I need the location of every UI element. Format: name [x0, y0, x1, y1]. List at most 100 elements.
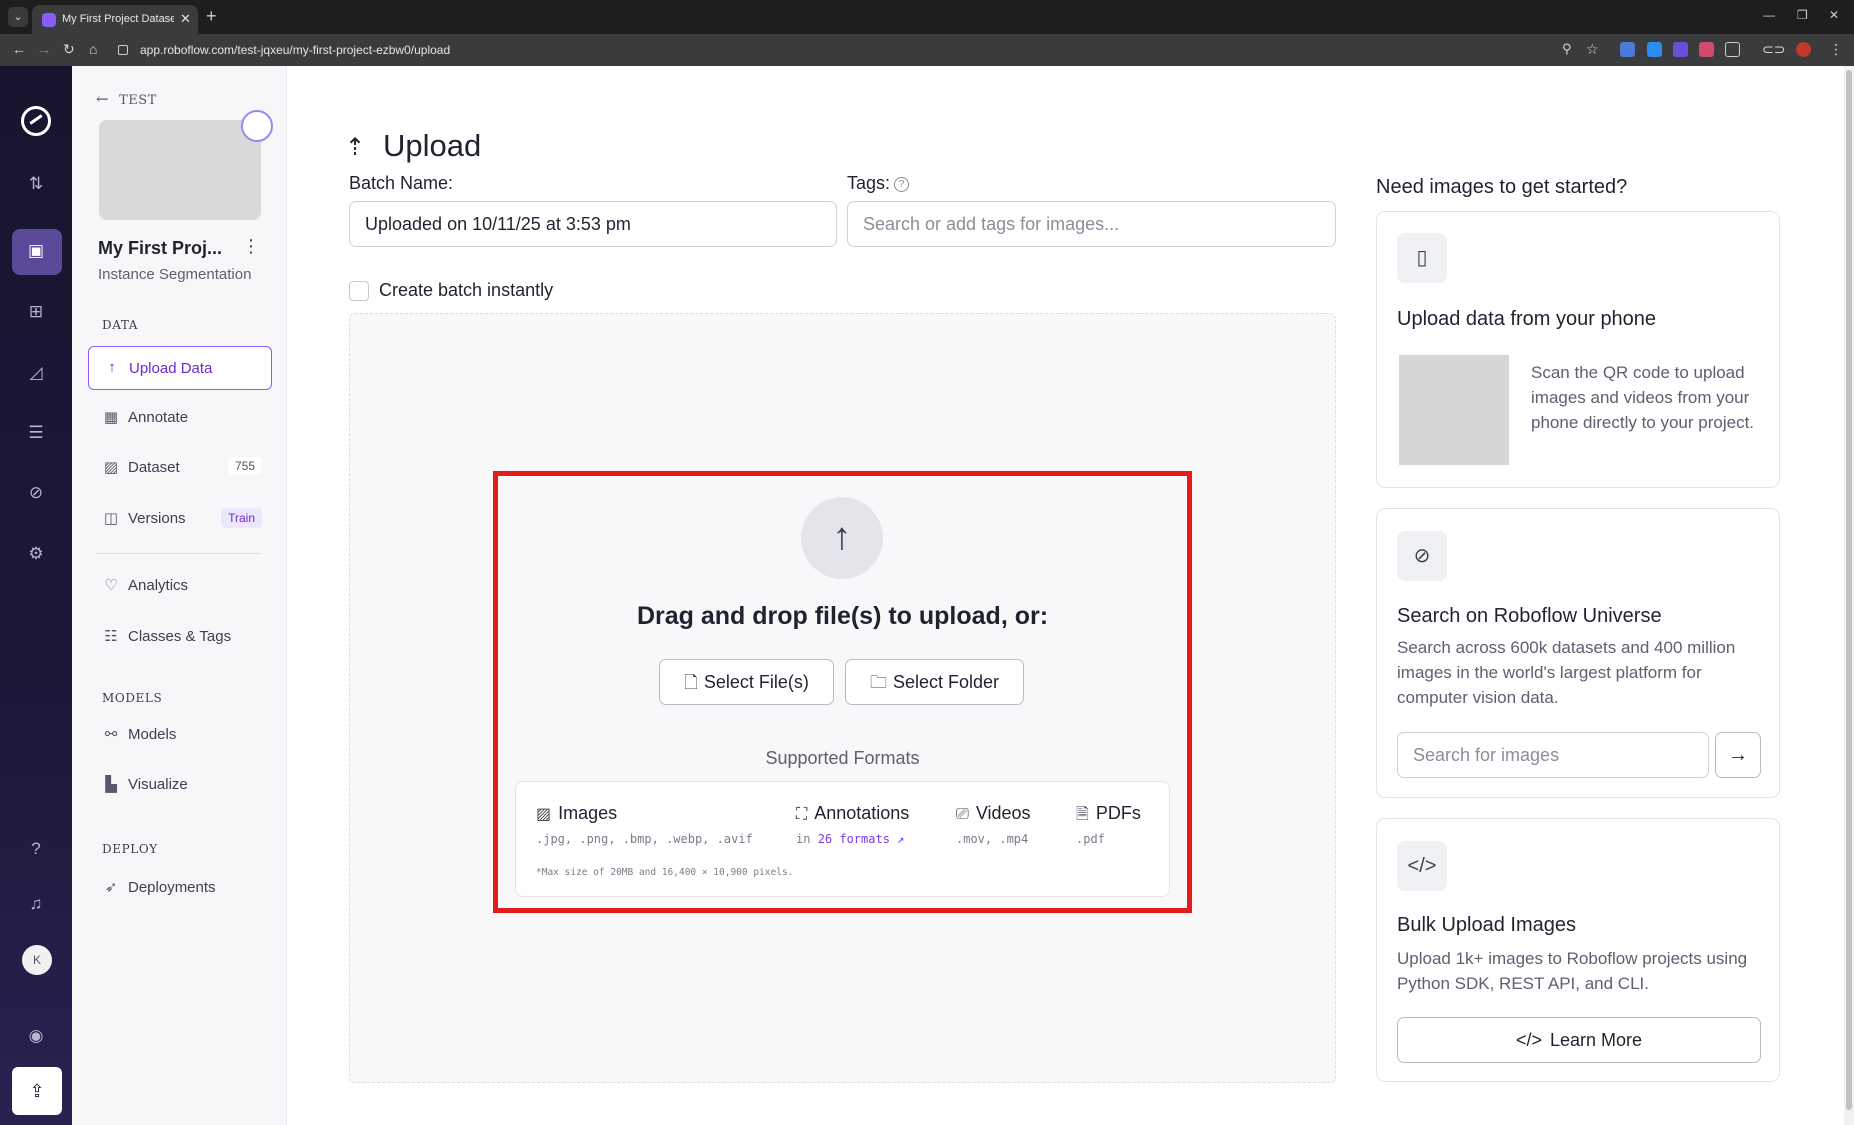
code-icon: </> — [1397, 841, 1447, 891]
window-close-icon[interactable]: ✕ — [1829, 8, 1839, 22]
sidebar-item-classes-tags[interactable]: ☷ Classes & Tags — [88, 615, 272, 659]
format-videos-ext: .mov, .mp4 — [956, 832, 1029, 846]
annotation-formats-link[interactable]: 26 formats ↗ — [818, 832, 905, 846]
sidebar-item-label: Versions — [128, 510, 186, 527]
project-type: Instance Segmentation — [98, 266, 252, 283]
create-batch-checkbox[interactable] — [349, 281, 369, 301]
sidebar-divider — [96, 553, 262, 554]
code-icon: </> — [1515, 1030, 1542, 1050]
analytics-chart-icon[interactable]: ◿ — [0, 363, 72, 383]
extensions-puzzle-icon[interactable] — [1725, 42, 1740, 57]
format-name: Videos — [975, 803, 1031, 823]
batch-name-input[interactable] — [349, 201, 837, 247]
supported-formats-box: ▨ Images .jpg, .png, .bmp, .webp, .avif ⛶… — [515, 781, 1170, 897]
sidebar-item-label: Analytics — [128, 577, 189, 594]
coins-icon[interactable]: ◉ — [0, 1026, 72, 1046]
sidebar-item-analytics[interactable]: ♡ Analytics — [88, 564, 272, 608]
profile-icon[interactable] — [1796, 42, 1811, 57]
notifications-bell-icon[interactable]: ♫ — [0, 894, 72, 914]
create-batch-label[interactable]: Create batch instantly — [379, 280, 553, 301]
sidebar-item-dataset[interactable]: ▨ Dataset 755 — [88, 446, 272, 490]
workflows-icon[interactable]: ⊞ — [0, 302, 72, 322]
workspace-label: TEST — [119, 93, 157, 108]
link-icon[interactable]: ⊂⊃ — [1762, 41, 1785, 58]
project-thumbnail[interactable] — [99, 120, 261, 220]
storage-icon[interactable]: ☰ — [0, 423, 72, 443]
format-name: Annotations — [814, 803, 910, 823]
browser-menu-icon[interactable]: ⋮ — [1829, 41, 1843, 58]
tags-label: Tags: — [847, 173, 891, 193]
bulk-card-text: Upload 1k+ images to Roboflow projects u… — [1397, 949, 1748, 993]
projects-inbox-icon[interactable]: ▣ — [0, 241, 72, 261]
dataset-count-badge: 755 — [227, 457, 262, 475]
back-to-workspace-link[interactable]: ← TEST — [96, 90, 157, 108]
format-annotations-ext: in 26 formats ↗ — [796, 832, 904, 846]
format-prefix: in — [796, 832, 811, 846]
home-icon[interactable]: ⌂ — [89, 41, 97, 57]
dataset-icon: ▨ — [103, 459, 119, 476]
sidebar-item-visualize[interactable]: ▙ Visualize — [88, 763, 272, 807]
extension-icon[interactable] — [1620, 42, 1635, 57]
tab-search-icon[interactable]: ⌄ — [8, 7, 28, 27]
tab-close-icon[interactable]: ✕ — [180, 11, 191, 27]
sidebar-item-versions[interactable]: ◫ Versions Train — [88, 497, 272, 541]
roboflow-favicon-icon — [42, 13, 56, 27]
section-deploy-label: DEPLOY — [102, 842, 158, 856]
user-avatar[interactable]: K — [22, 945, 52, 975]
batch-name-label: Batch Name: — [349, 173, 454, 193]
browser-tab[interactable]: My First Project Dataset > Up ✕ — [32, 5, 198, 34]
extension-icon[interactable] — [1673, 42, 1688, 57]
sidebar-item-annotate[interactable]: ▦ Annotate — [88, 396, 272, 440]
versions-icon: ◫ — [103, 510, 119, 527]
format-pdfs-ext: .pdf — [1076, 832, 1105, 846]
bookmark-star-icon[interactable]: ☆ — [1586, 41, 1599, 58]
select-files-button[interactable]: 🗋 Select File(s) — [659, 659, 834, 705]
settings-gear-icon[interactable]: ⚙ — [0, 544, 72, 564]
download-extension-icon[interactable] — [1647, 42, 1662, 57]
url-field[interactable]: app.roboflow.com/test-jqxeu/my-first-pro… — [118, 40, 1568, 60]
classes-icon: ☷ — [104, 628, 118, 645]
sidebar-item-label: Models — [128, 726, 177, 743]
new-tab-icon[interactable]: + — [206, 6, 217, 27]
site-info-icon[interactable] — [118, 45, 128, 55]
sidebar-item-models[interactable]: ⚯ Models — [88, 713, 272, 757]
file-icon: 🗋 — [684, 673, 698, 692]
forward-icon[interactable]: → — [37, 41, 51, 57]
project-name[interactable]: My First Proj... — [98, 238, 222, 259]
video-icon: ⎚ — [956, 806, 969, 823]
learn-more-button[interactable]: </> Learn More — [1397, 1017, 1761, 1063]
project-more-icon[interactable]: ⋮ — [242, 236, 260, 257]
phone-card-text: Scan the QR code to upload images and vi… — [1531, 363, 1755, 432]
roboflow-logo-icon[interactable] — [21, 106, 51, 136]
train-badge[interactable]: Train — [221, 508, 262, 528]
sidebar-item-upload-data[interactable]: ↑ Upload Data — [88, 346, 272, 390]
sort-arrows-icon[interactable]: ⇅ — [0, 174, 72, 194]
project-sidebar: ← TEST My First Proj... ⋮ Instance Segmen… — [72, 66, 287, 1125]
universe-search-input[interactable] — [1397, 732, 1709, 778]
sidebar-item-deployments[interactable]: ➶ Deployments — [88, 866, 272, 910]
universe-planet-icon[interactable]: ⊘ — [0, 483, 72, 503]
section-models-label: MODELS — [102, 691, 163, 705]
minimize-icon[interactable]: — — [1763, 8, 1775, 22]
help-icon[interactable]: ? — [894, 177, 910, 192]
phone-icon: ▯ — [1397, 233, 1447, 283]
universe-search-arrow-icon[interactable]: → — [1715, 732, 1761, 778]
select-folder-button[interactable]: 🗀 Select Folder — [845, 659, 1024, 705]
phone-card-title: Upload data from your phone — [1397, 308, 1657, 330]
rail-upload-icon[interactable]: ⇪ — [12, 1067, 62, 1115]
zoom-icon[interactable]: ⚲ — [1562, 41, 1572, 57]
sidebar-item-label: Annotate — [128, 409, 189, 426]
back-icon[interactable]: ← — [12, 41, 26, 57]
dropzone-title: Drag and drop file(s) to upload, or: — [636, 602, 1049, 630]
restore-icon[interactable]: ❐ — [1797, 8, 1808, 22]
tags-input[interactable] — [847, 201, 1336, 247]
project-status-badge — [241, 110, 273, 142]
scrollbar-thumb[interactable] — [1846, 70, 1852, 1110]
extension-icon[interactable] — [1699, 42, 1714, 57]
folder-icon: 🗀 — [869, 673, 887, 692]
reload-icon[interactable]: ↻ — [63, 41, 75, 58]
format-images-ext: .jpg, .png, .bmp, .webp, .avif — [536, 832, 753, 846]
format-name: PDFs — [1095, 803, 1141, 823]
help-icon[interactable]: ? — [0, 839, 72, 859]
browser-tab-bar: ⌄ My First Project Dataset > Up ✕ + — ❐ … — [0, 0, 1854, 34]
